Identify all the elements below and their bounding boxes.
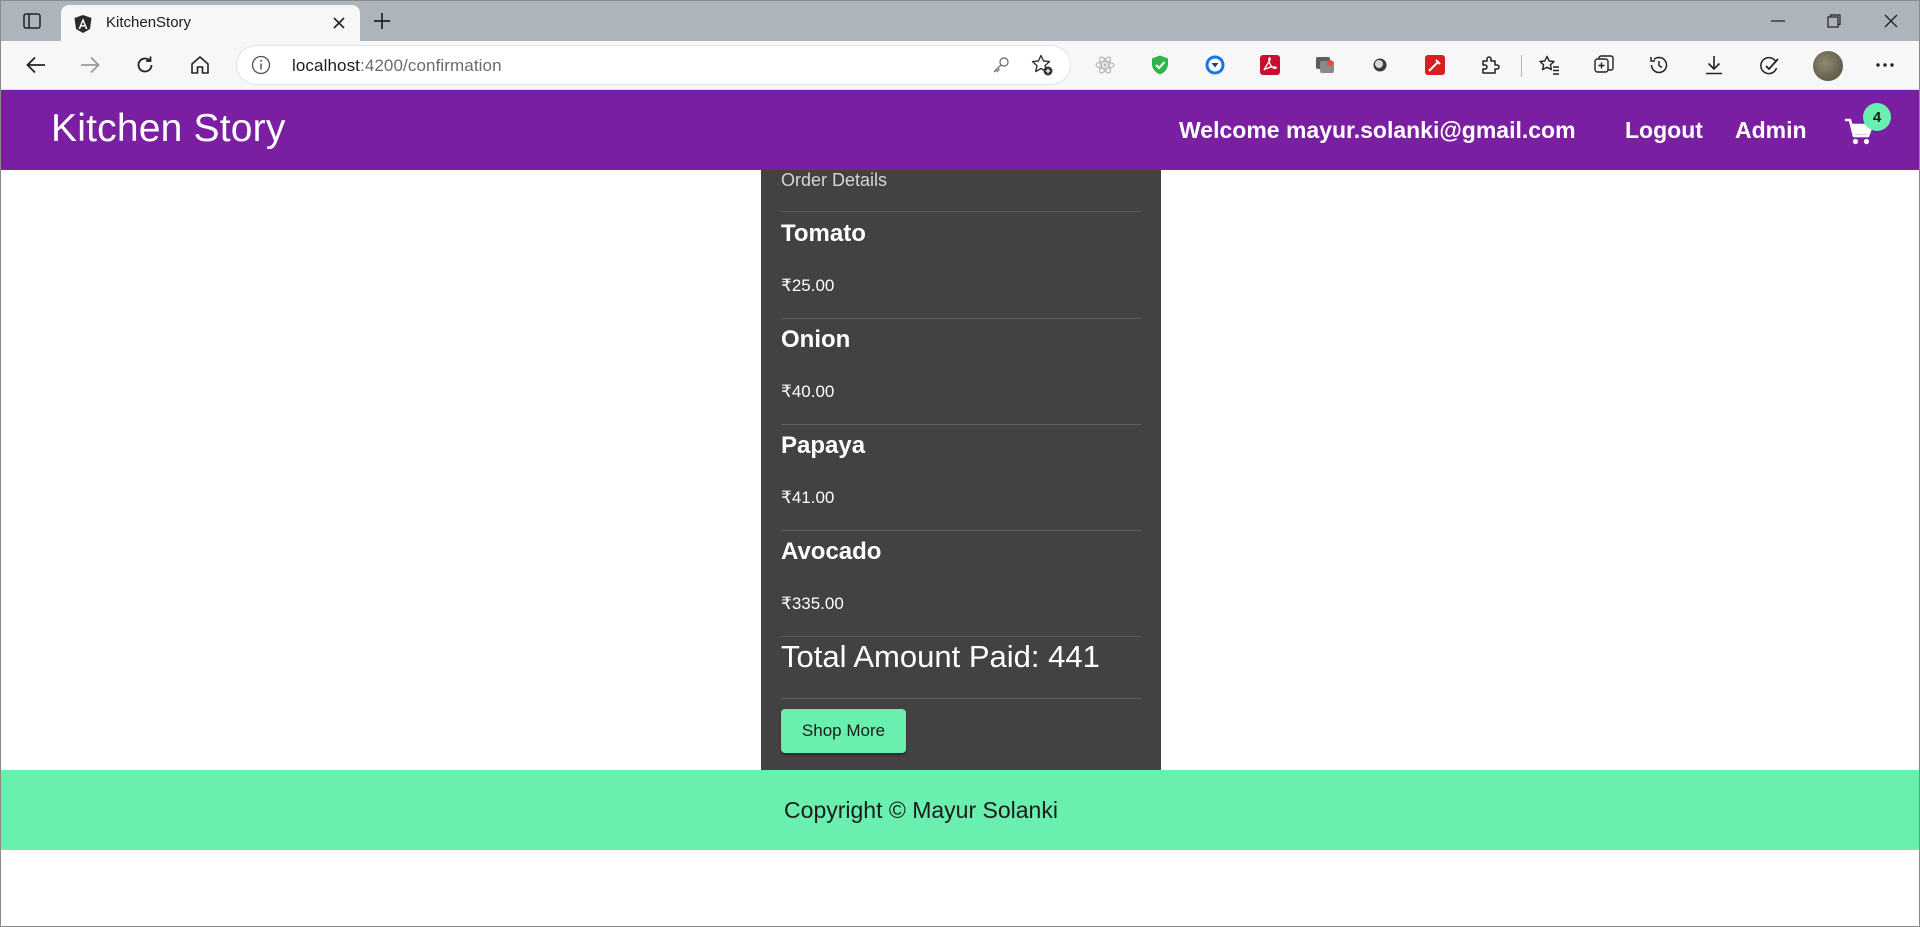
copyright-text: Copyright © Mayur Solanki — [784, 797, 1058, 823]
divider — [781, 530, 1141, 531]
site-info-icon[interactable] — [251, 55, 271, 75]
shop-more-button[interactable]: Shop More — [781, 709, 906, 753]
extensions-icon[interactable] — [1477, 52, 1503, 78]
divider — [781, 424, 1141, 425]
order-item-price: ₹335.00 — [781, 594, 844, 613]
address-bar[interactable]: localhost:4200/confirmation — [237, 46, 1070, 84]
total-amount-paid: Total Amount Paid: 441 — [781, 639, 1100, 674]
url-path: :4200/confirmation — [360, 56, 502, 75]
tab-strip: KitchenStory — [1, 1, 1919, 41]
forward-icon[interactable] — [72, 49, 108, 81]
divider — [781, 698, 1141, 699]
shield-icon[interactable] — [1147, 52, 1173, 78]
divider — [781, 318, 1141, 319]
browser-toolbar: localhost:4200/confirmation — [1, 41, 1919, 90]
restore-icon[interactable] — [1806, 1, 1862, 41]
key-icon[interactable] — [991, 55, 1011, 75]
angular-icon — [73, 14, 93, 34]
order-item-name: Onion — [781, 326, 851, 353]
home-icon[interactable] — [182, 49, 218, 81]
record-ext-icon[interactable] — [1367, 52, 1393, 78]
divider — [781, 211, 1141, 212]
history-icon[interactable] — [1646, 52, 1672, 78]
brand-title[interactable]: Kitchen Story — [51, 107, 286, 151]
browser-window: KitchenStory localhost:4200/confirmation… — [0, 0, 1920, 927]
more-menu-icon[interactable] — [1872, 52, 1898, 78]
reload-icon[interactable] — [127, 49, 163, 81]
divider — [781, 636, 1141, 637]
favorite-add-icon[interactable] — [1030, 53, 1054, 77]
order-item-name: Tomato — [781, 220, 866, 247]
app-header: Kitchen Story Welcome mayur.solanki@gmai… — [1, 90, 1919, 170]
order-item-price: ₹40.00 — [781, 382, 835, 401]
favorites-icon[interactable] — [1536, 52, 1562, 78]
pdf-icon[interactable] — [1257, 52, 1283, 78]
order-item-name: Avocado — [781, 538, 882, 565]
nav-welcome[interactable]: Welcome mayur.solanki@gmail.com — [1179, 117, 1576, 144]
collections-icon[interactable] — [1591, 52, 1617, 78]
browser-tab-active[interactable]: KitchenStory — [61, 5, 360, 41]
back-icon[interactable] — [18, 49, 54, 81]
order-item-price: ₹41.00 — [781, 488, 835, 507]
tab-close-icon[interactable] — [327, 11, 351, 35]
url-text[interactable]: localhost:4200/confirmation — [292, 56, 502, 76]
order-details-card: Order Details Tomato ₹25.00 Onion ₹40.00… — [761, 170, 1161, 770]
url-host: localhost — [292, 56, 360, 75]
window-close-icon[interactable] — [1863, 1, 1919, 41]
order-details-subtitle: Order Details — [781, 170, 888, 190]
color-picker-ext-icon[interactable] — [1422, 52, 1448, 78]
order-item-price: ₹25.00 — [781, 276, 835, 295]
nav-logout-link[interactable]: Logout — [1625, 117, 1703, 144]
tab-title: KitchenStory — [106, 14, 192, 31]
new-tab-icon[interactable] — [367, 7, 397, 35]
order-item-name: Papaya — [781, 432, 866, 459]
performance-icon[interactable] — [1756, 52, 1782, 78]
downloads-icon[interactable] — [1701, 52, 1727, 78]
profile-avatar[interactable] — [1813, 51, 1843, 81]
tab-actions-icon[interactable] — [15, 7, 49, 35]
nav-admin-link[interactable]: Admin — [1735, 117, 1807, 144]
minimize-icon[interactable] — [1750, 1, 1806, 41]
download-manager-icon[interactable] — [1202, 52, 1228, 78]
footer: Copyright © Mayur Solanki — [1, 770, 1919, 850]
toolbar-separator — [1521, 55, 1522, 77]
react-devtools-icon[interactable] — [1092, 52, 1118, 78]
cart-count-badge: 4 — [1863, 103, 1891, 131]
collections-ext-icon[interactable] — [1312, 52, 1338, 78]
